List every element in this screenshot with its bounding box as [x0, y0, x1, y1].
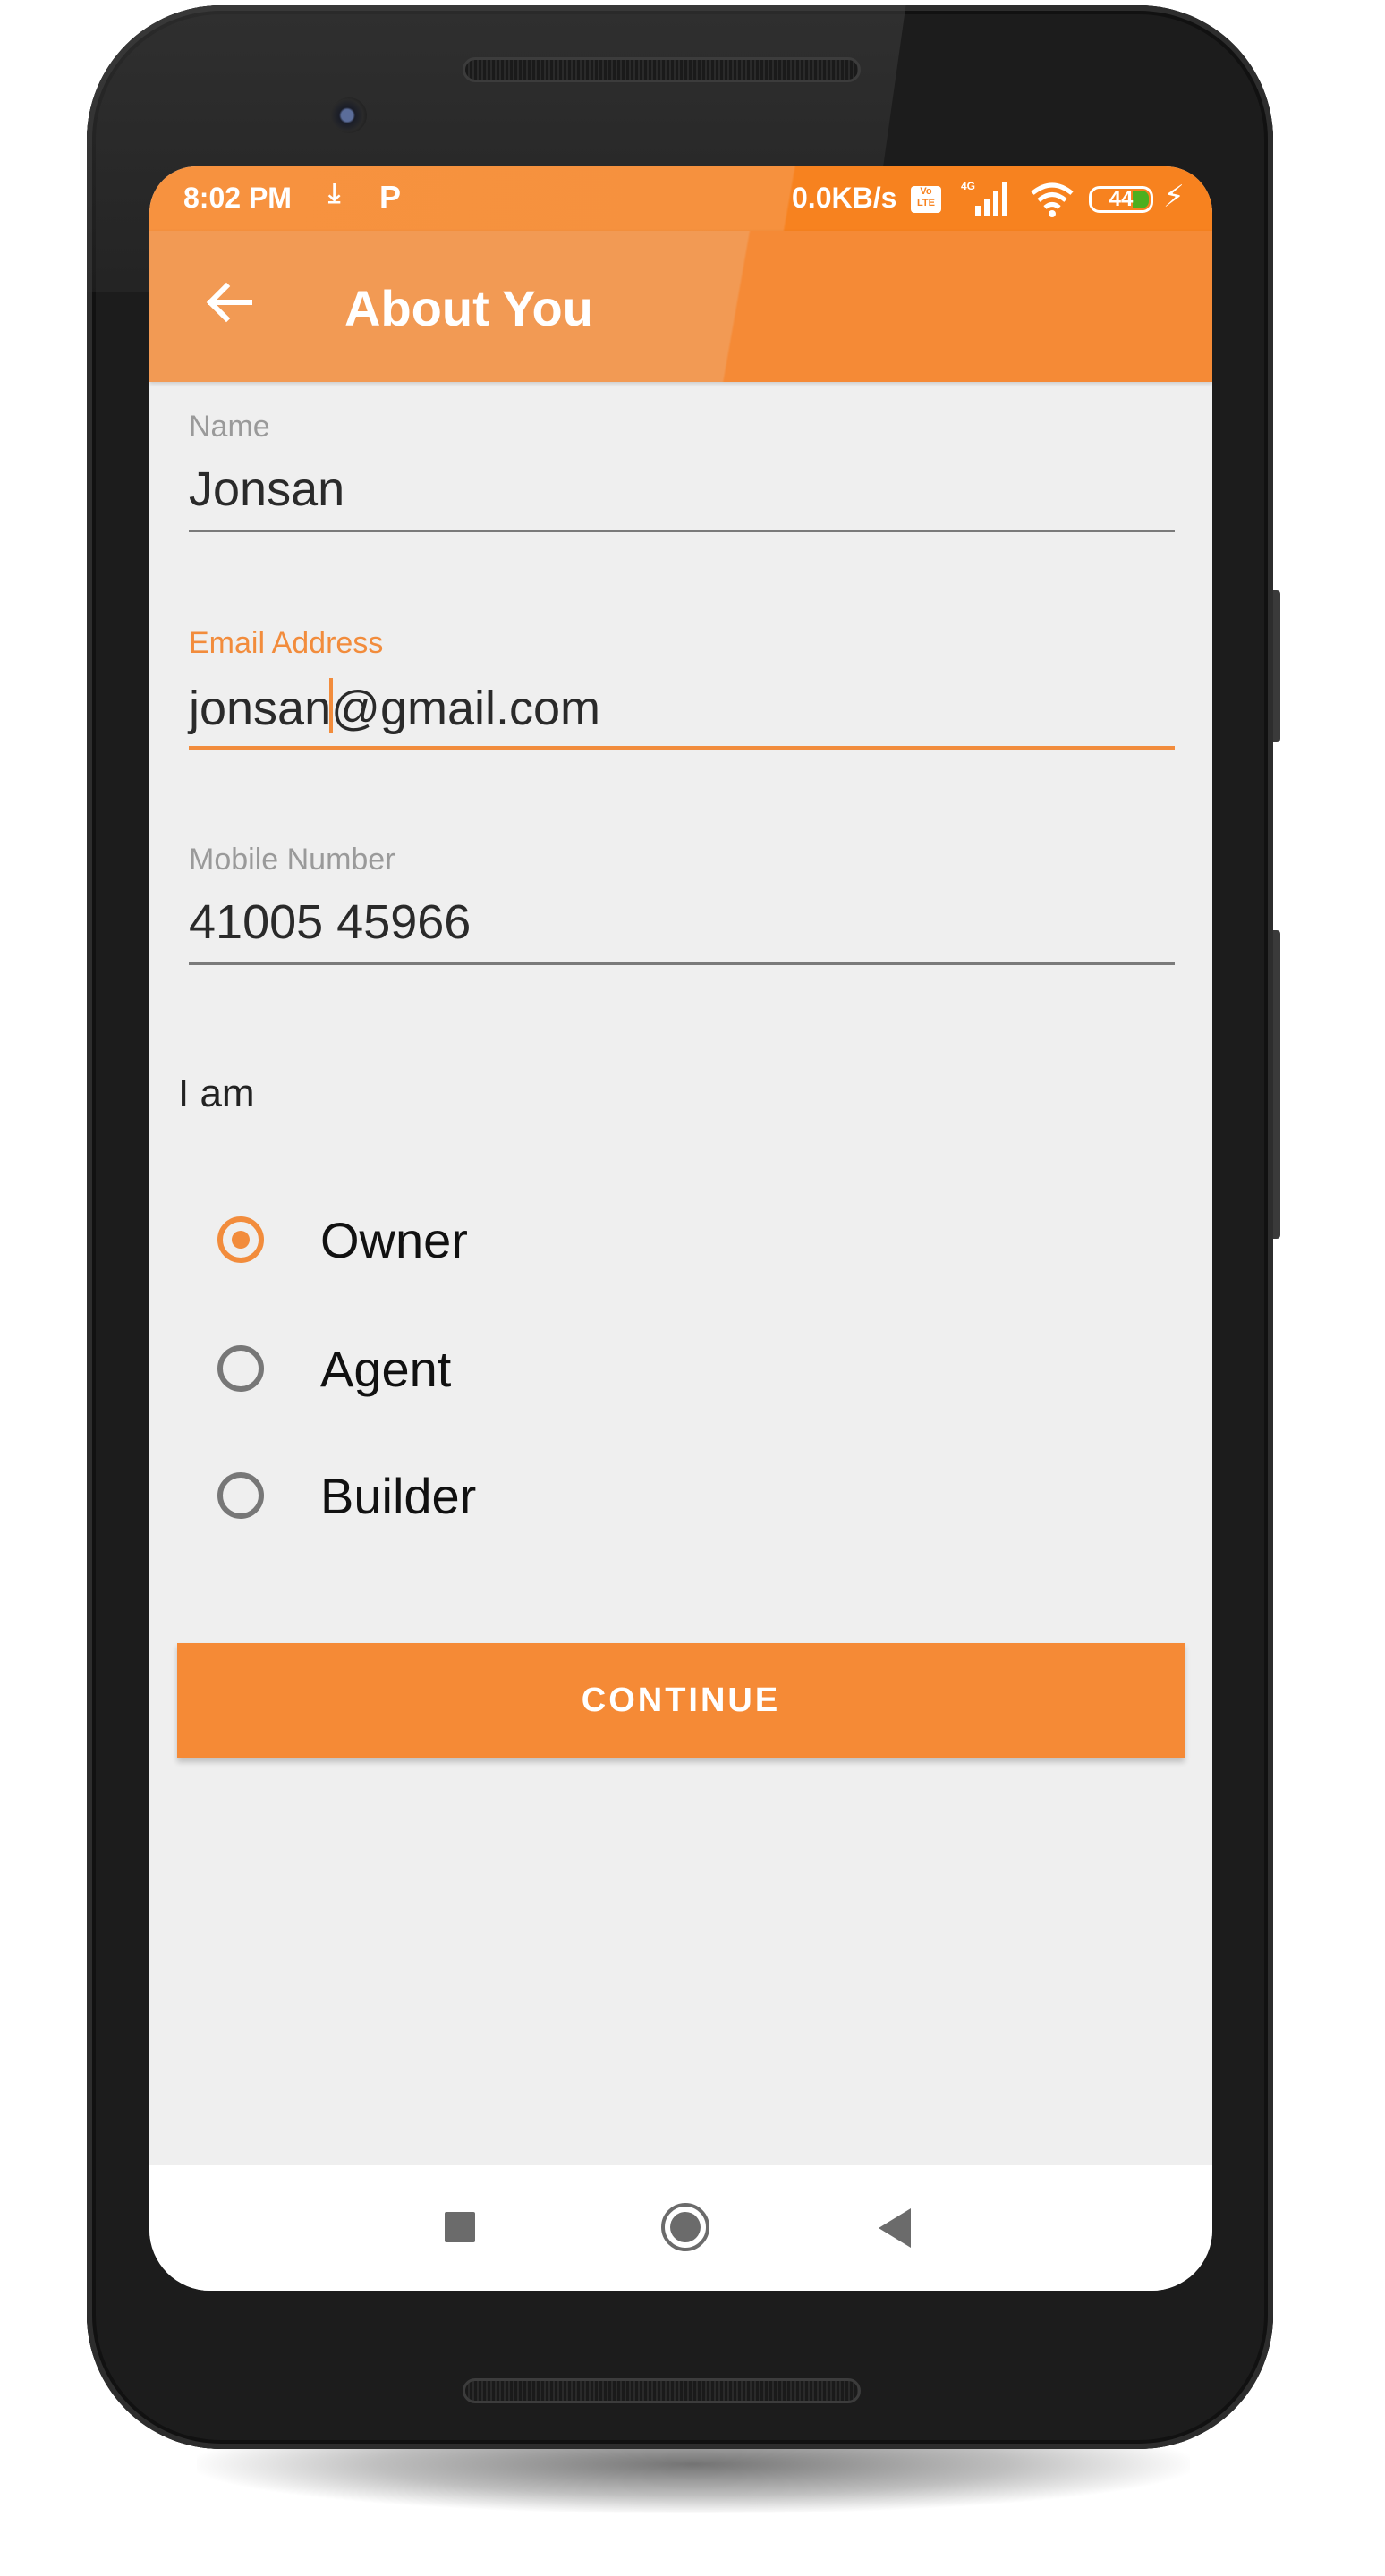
volume-button	[1273, 930, 1280, 1239]
system-nav-bar	[149, 2165, 1212, 2291]
home-icon[interactable]	[661, 2203, 709, 2251]
email-underline	[189, 746, 1175, 750]
radio-agent[interactable]: Agent	[217, 1338, 665, 1410]
earpiece-speaker	[463, 57, 861, 82]
parking-app-icon: P	[379, 179, 402, 216]
email-label: Email Address	[189, 626, 384, 660]
mobile-input[interactable]: 41005 45966	[189, 894, 471, 950]
radio-owner[interactable]: Owner	[217, 1209, 665, 1281]
home-icon-inner	[670, 2212, 701, 2242]
battery-icon: 44	[1089, 186, 1153, 213]
volte-icon: Vo LTE	[911, 186, 941, 213]
name-input[interactable]: Jonsan	[189, 462, 344, 517]
charging-icon: ⚡	[1163, 180, 1185, 214]
status-time: 8:02 PM	[183, 182, 292, 214]
radio-builder-label: Builder	[320, 1468, 477, 1524]
phone-screen: 8:02 PM ⤓ P 0.0KB/s Vo LTE 4G 44 ⚡ About …	[149, 166, 1212, 2291]
name-label: Name	[189, 410, 270, 444]
continue-button[interactable]: CONTINUE	[177, 1643, 1185, 1758]
role-group-label: I am	[178, 1072, 255, 1115]
radio-checked-icon[interactable]	[217, 1216, 264, 1263]
network-type: 4G	[961, 180, 975, 192]
wifi-icon	[1031, 182, 1074, 217]
radio-dot	[232, 1231, 250, 1249]
app-bar: About You	[149, 231, 1212, 382]
bottom-speaker	[463, 2378, 861, 2403]
power-button	[1273, 590, 1280, 742]
radio-unchecked-icon[interactable]	[217, 1345, 264, 1392]
name-underline	[189, 530, 1175, 532]
back-triangle-icon[interactable]	[879, 2208, 911, 2248]
radio-builder[interactable]: Builder	[217, 1465, 665, 1537]
download-icon: ⤓	[328, 179, 341, 208]
mobile-label: Mobile Number	[189, 843, 395, 877]
email-input[interactable]: jonsan@gmail.com	[189, 678, 600, 736]
front-camera	[331, 97, 367, 133]
status-bar: 8:02 PM ⤓ P 0.0KB/s Vo LTE 4G 44 ⚡	[149, 166, 1212, 231]
radio-unchecked-icon[interactable]	[217, 1472, 264, 1519]
arrow-back-icon[interactable]	[194, 267, 266, 338]
radio-agent-label: Agent	[320, 1341, 452, 1397]
email-text-before-caret: jonsan	[189, 682, 332, 735]
network-speed: 0.0KB/s	[792, 182, 897, 214]
signal-icon: 4G	[961, 180, 1007, 216]
email-text-after-caret: @gmail.com	[331, 682, 601, 735]
mobile-underline	[189, 962, 1175, 965]
battery-level: 44	[1109, 187, 1134, 211]
radio-owner-label: Owner	[320, 1212, 468, 1268]
recent-apps-icon[interactable]	[445, 2212, 475, 2242]
page-title: About You	[344, 280, 593, 336]
